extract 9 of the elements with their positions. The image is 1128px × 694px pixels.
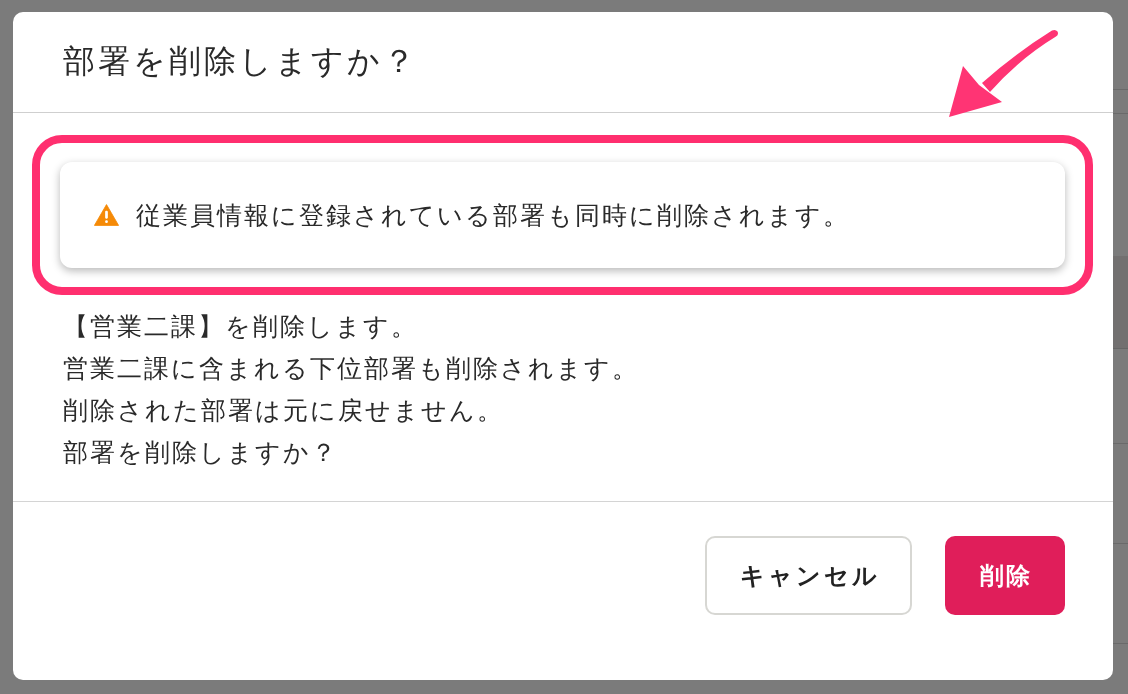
message-line: 【営業二課】を削除します。	[63, 311, 418, 342]
message-line: 部署を削除しますか？	[63, 437, 338, 468]
cancel-button[interactable]: キャンセル	[705, 536, 912, 615]
alert-message: 従業員情報に登録されている部署も同時に削除されます。	[136, 199, 850, 231]
warning-icon	[94, 204, 119, 226]
message-line: 営業二課に含まれる下位部署も削除されます。	[63, 353, 639, 384]
dialog-title: 部署を削除しますか？	[63, 42, 418, 81]
message-line: 削除された部署は元に戻せません。	[63, 395, 504, 426]
delete-button[interactable]: 削除	[945, 536, 1065, 615]
